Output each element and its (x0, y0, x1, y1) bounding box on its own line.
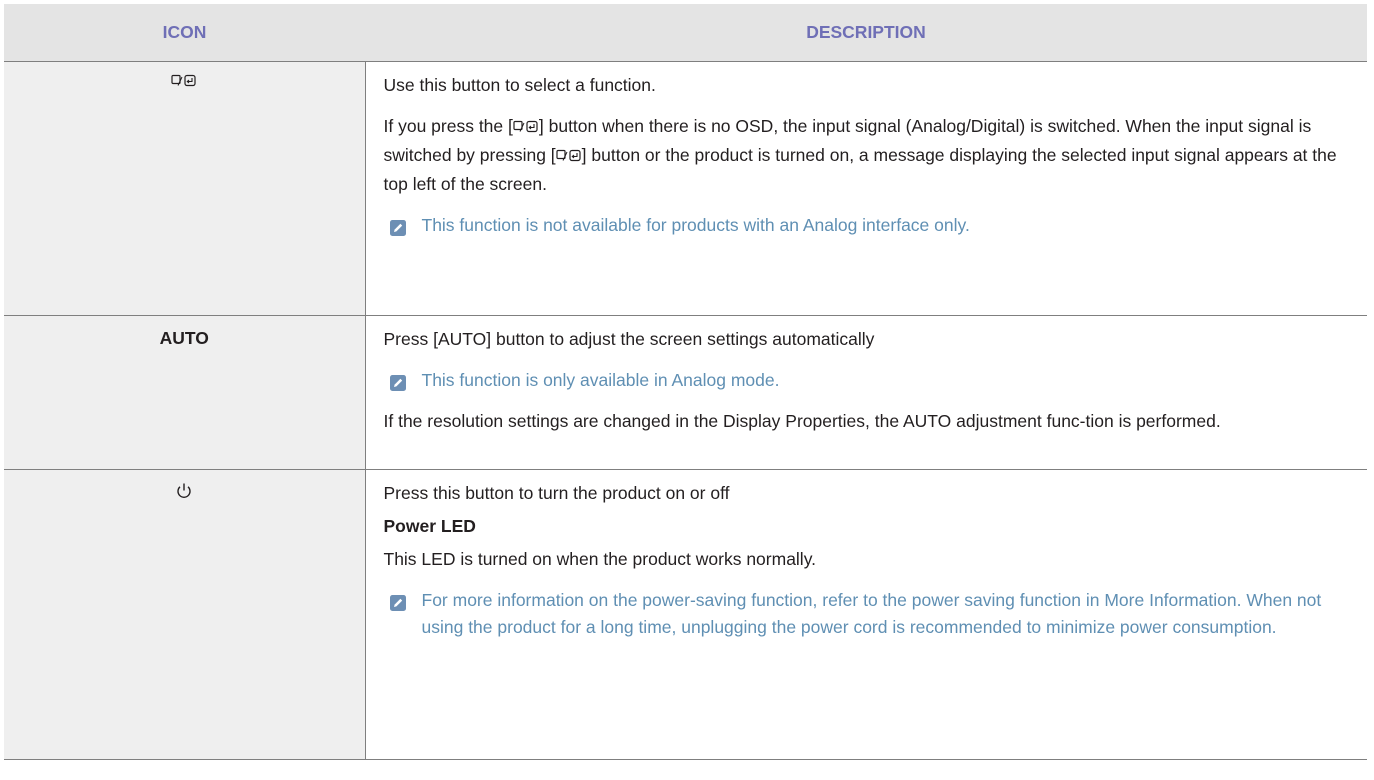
table-row: Press this button to turn the product on… (4, 468, 1367, 760)
icon-cell (4, 468, 366, 760)
source-enter-icon (556, 144, 582, 171)
note-pencil-icon (389, 372, 406, 391)
source-enter-icon (513, 115, 539, 142)
note: This function is only available in Analo… (384, 367, 1350, 394)
description-cell: Use this button to select a function. If… (364, 60, 1367, 316)
table-row: AUTO Press [AUTO] button to adjust the s… (4, 314, 1367, 470)
description-text: Press this button to turn the product on… (383, 482, 730, 503)
icon-column-header: ICON (4, 4, 365, 62)
table-row: Use this button to select a function. If… (4, 60, 1367, 316)
source-enter-icon (171, 74, 197, 94)
description-text: If you press the [] button when there is… (383, 115, 1337, 194)
description-text: Press [AUTO] button to adjust the screen… (383, 328, 875, 349)
icon-cell (4, 60, 366, 316)
power-icon (175, 482, 193, 502)
auto-label: AUTO (159, 327, 209, 348)
note-text: This function is only available in Analo… (421, 369, 780, 390)
icon-cell: AUTO (4, 314, 366, 470)
note-pencil-icon (389, 217, 406, 236)
description-cell: Press [AUTO] button to adjust the screen… (364, 314, 1367, 470)
note-text: This function is not available for produ… (421, 214, 970, 235)
description-text: This LED is turned on when the product w… (383, 548, 817, 569)
description-text: Use this button to select a function. (383, 74, 656, 95)
note: For more information on the power-saving… (384, 587, 1350, 641)
note-text: For more information on the power-saving… (421, 589, 1322, 637)
note: This function is not available for produ… (384, 212, 1350, 239)
description-text: If the resolution settings are changed i… (383, 410, 1221, 431)
button-description-table: ICON DESCRIPTION Use this button to sele… (4, 4, 1367, 760)
description-cell: Press this button to turn the product on… (364, 468, 1367, 760)
description-column-header: DESCRIPTION (365, 4, 1367, 62)
power-led-heading: Power LED (383, 515, 476, 536)
note-pencil-icon (389, 592, 406, 611)
table-header-row: ICON DESCRIPTION (4, 4, 1367, 62)
